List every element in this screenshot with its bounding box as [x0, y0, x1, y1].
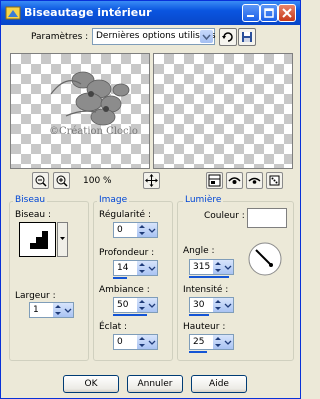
spin-updown-icon[interactable] — [137, 298, 147, 312]
chevron-down-icon[interactable] — [223, 260, 233, 274]
save-icon — [242, 32, 252, 42]
chevron-down-icon[interactable] — [223, 298, 233, 312]
flower-image — [50, 71, 130, 126]
eye-icon — [228, 177, 241, 184]
reset-button[interactable] — [219, 28, 237, 46]
zoom-level: 100 % — [83, 176, 112, 186]
depth-input[interactable]: 14 — [113, 260, 158, 276]
height-input[interactable]: 25 — [189, 334, 234, 350]
smooth-label: Régularité : — [99, 210, 151, 220]
angle-value: 315 — [193, 262, 211, 272]
ambient-label: Ambiance : — [99, 285, 150, 295]
bevel-stairs-icon — [28, 231, 48, 249]
width-label: Largeur : — [15, 291, 56, 301]
window-title: Biseautage intérieur — [24, 6, 152, 19]
params-value: Dernières options utilisées — [96, 31, 216, 41]
cancel-button[interactable]: Annuler — [127, 375, 183, 393]
maximize-button[interactable] — [260, 4, 278, 22]
intensity-value: 30 — [193, 300, 205, 310]
help-button[interactable]: Aide — [191, 375, 247, 393]
spin-updown-icon[interactable] — [53, 303, 63, 317]
params-select[interactable]: Dernières options utilisées — [92, 28, 216, 45]
pan-button[interactable] — [143, 172, 160, 189]
color-label: Couleur : — [204, 211, 245, 221]
spin-updown-icon[interactable] — [137, 335, 147, 349]
zoom-in-button[interactable] — [53, 172, 70, 189]
height-slider-fill[interactable] — [189, 351, 207, 353]
minimize-icon — [247, 15, 254, 17]
height-value: 25 — [193, 337, 205, 347]
auto-proof-button[interactable] — [246, 172, 263, 189]
source-preview[interactable]: ©Création Cloclo — [10, 53, 150, 169]
app-icon — [5, 6, 21, 20]
shine-label: Éclat : — [99, 322, 128, 332]
image-group-title: Image — [97, 195, 130, 205]
randomize-button[interactable] — [266, 172, 283, 189]
params-label: Paramètres : — [31, 32, 89, 42]
chevron-down-icon[interactable] — [147, 261, 157, 275]
result-preview — [153, 53, 293, 169]
angle-input[interactable]: 315 — [189, 259, 234, 275]
smooth-value: 0 — [117, 225, 123, 235]
bevel-shape-swatch[interactable] — [19, 222, 56, 257]
ambient-input[interactable]: 50 — [113, 297, 158, 313]
angle-label: Angle : — [183, 246, 215, 256]
intensity-slider-fill[interactable] — [189, 314, 209, 316]
width-value: 1 — [33, 305, 39, 315]
chevron-down-icon[interactable] — [223, 335, 233, 349]
angle-slider-fill[interactable] — [189, 276, 229, 278]
chevron-down-icon[interactable] — [147, 223, 157, 237]
depth-label: Profondeur : — [99, 248, 155, 258]
width-input[interactable]: 1 — [29, 302, 74, 318]
zoom-in-icon — [56, 175, 68, 187]
bevel-label: Biseau : — [15, 210, 52, 220]
preview-toggle-button[interactable] — [206, 172, 223, 189]
preview-watermark: ©Création Cloclo — [49, 126, 138, 137]
minimize-button[interactable] — [242, 4, 260, 22]
biseau-group-title: Biseau — [13, 195, 48, 205]
zoom-out-icon — [35, 175, 47, 187]
chevron-down-icon[interactable] — [63, 303, 73, 317]
shine-input[interactable]: 0 — [113, 334, 158, 350]
chevron-down-icon[interactable] — [147, 335, 157, 349]
spin-updown-icon[interactable] — [213, 335, 223, 349]
zoom-out-button[interactable] — [32, 172, 49, 189]
eye-refresh-icon — [248, 177, 261, 184]
intensity-input[interactable]: 30 — [189, 297, 234, 313]
angle-dial[interactable] — [247, 241, 283, 277]
spin-updown-icon[interactable] — [137, 223, 147, 237]
height-label: Hauteur : — [183, 322, 226, 332]
depth-value: 14 — [117, 263, 129, 273]
close-icon — [282, 8, 292, 18]
light-color-swatch[interactable] — [247, 208, 287, 228]
ok-button[interactable]: OK — [63, 375, 119, 393]
dice-icon — [269, 175, 280, 186]
spin-updown-icon[interactable] — [213, 260, 223, 274]
chevron-down-icon — [60, 237, 65, 240]
proof-button[interactable] — [226, 172, 243, 189]
preview-window-icon — [208, 174, 221, 187]
move-icon — [145, 174, 158, 187]
spin-updown-icon[interactable] — [213, 298, 223, 312]
intensity-label: Intensité : — [183, 285, 229, 295]
lumiere-group-title: Lumière — [183, 195, 224, 205]
reset-icon — [222, 32, 233, 42]
close-button[interactable] — [278, 4, 296, 22]
maximize-icon — [264, 8, 274, 18]
chevron-down-icon[interactable] — [147, 298, 157, 312]
depth-slider-fill[interactable] — [113, 277, 127, 279]
title-bar[interactable]: Biseautage intérieur — [1, 1, 300, 25]
spin-updown-icon[interactable] — [137, 261, 147, 275]
chevron-down-icon — [200, 30, 213, 43]
shine-value: 0 — [117, 337, 123, 347]
ambient-slider-fill[interactable] — [113, 314, 147, 316]
smooth-input[interactable]: 0 — [113, 222, 158, 238]
save-preset-button[interactable] — [238, 28, 256, 46]
dialog-window: Biseautage intérieur Paramètres : Derniè… — [0, 0, 301, 399]
bevel-dropdown-button[interactable] — [57, 222, 68, 257]
ambient-value: 50 — [117, 300, 129, 310]
